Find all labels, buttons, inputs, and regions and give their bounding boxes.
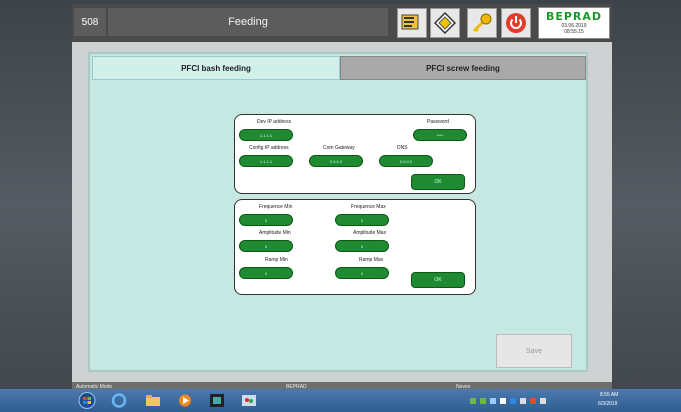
folder-icon[interactable] [144,392,162,409]
ramp-max-field[interactable]: 0 [335,267,389,279]
amp-max-field[interactable]: 0 [335,240,389,252]
system-tray-icons[interactable] [470,396,590,406]
amp-min-label: Amplitude Min [259,230,291,236]
windows-taskbar: 8:55 AM 6/3/2019 [0,389,681,412]
save-button[interactable]: Save [496,334,572,368]
paint-icon[interactable] [240,392,258,409]
feeding-panel: PFCI bash feeding PFCI screw feeding Dev… [88,52,588,372]
company-logo: BEPRAD 03.06.2019 08:55:15 [538,7,610,39]
dev-ip-label: Dev IP address [257,119,292,125]
ramp-min-label: Ramp Min [265,257,288,263]
page-title: Feeding [108,8,388,36]
logo-time: 08:55:15 [564,29,584,35]
dns-label: DNS [397,145,408,151]
ramp-min-field[interactable]: 0 [239,267,293,279]
ramp-max-label: Ramp Max [359,257,384,263]
header-bar: 508 Feeding BEPRAD 03.06.2019 08:55:15 [72,4,612,42]
config-ip-field[interactable]: 1.1.1.1 [239,155,293,167]
key-button[interactable] [467,8,497,38]
app-icon[interactable] [208,392,226,409]
dev-ip-field[interactable]: 1.1.1.1 [239,129,293,141]
vibration-params-box: Frequence Min 0 Frequence Max 0 Amplitud… [234,199,476,295]
power-button[interactable] [501,8,531,38]
notes-button[interactable] [397,8,427,38]
network-settings-box: Dev IP address 1.1.1.1 Password **** Con… [234,114,476,194]
freq-max-field[interactable]: 0 [335,214,389,226]
notes-icon [401,14,419,30]
navigation-icon [434,12,456,34]
hmi-screen: 508 Feeding BEPRAD 03.06.2019 08:55:15 P… [72,4,612,412]
taskbar-time: 8:55 AM [600,392,619,398]
key-icon [472,13,492,33]
tab-screw-feeding[interactable]: PFCI screw feeding [340,56,586,80]
browser-icon[interactable] [110,392,128,409]
password-field[interactable]: **** [413,129,467,141]
taskbar-date: 6/3/2019 [598,401,618,407]
params-ok-button[interactable]: OK [411,272,465,288]
network-ok-button[interactable]: OK [411,174,465,190]
freq-min-label: Frequence Min [259,204,293,210]
navigation-button[interactable] [430,8,460,38]
start-orb-icon[interactable] [78,392,96,409]
freq-max-label: Frequence Max [351,204,386,210]
gateway-field[interactable]: 0.0.0.0 [309,155,363,167]
password-label: Password [427,119,449,125]
screen-number: 508 [74,8,106,36]
gateway-label: Com Gateway [323,145,355,151]
dns-field[interactable]: 0.0.0.0 [379,155,433,167]
power-icon [506,13,526,33]
amp-min-field[interactable]: 0 [239,240,293,252]
logo-text: BEPRAD [545,10,603,23]
media-player-icon[interactable] [176,392,194,409]
amp-max-label: Amplitude Max [353,230,387,236]
tab-bash-feeding[interactable]: PFCI bash feeding [92,56,340,80]
config-ip-label: Config IP address [249,145,289,151]
freq-min-field[interactable]: 0 [239,214,293,226]
